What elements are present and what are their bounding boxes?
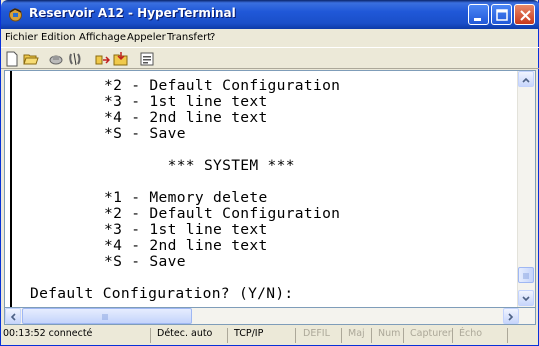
terminal-line: *S - Save <box>104 253 186 270</box>
hyperterminal-icon <box>9 8 22 22</box>
menu-fichier[interactable]: Fichier <box>5 32 38 43</box>
status-maj: Maj <box>342 328 372 343</box>
menu-transfert[interactable]: Transfert <box>167 32 211 43</box>
status-num: Num <box>372 328 404 343</box>
status-protocol: TCP/IP <box>228 328 296 343</box>
close-button[interactable] <box>514 4 535 25</box>
menu-affichage[interactable]: Affichage <box>79 32 126 43</box>
horizontal-scrollbar[interactable] <box>4 308 536 325</box>
scroll-left-button[interactable] <box>5 308 21 324</box>
minimize-icon <box>474 18 481 21</box>
menu-appeler[interactable]: Appeler <box>127 32 166 43</box>
status-detect: Détec. auto <box>151 328 228 343</box>
terminal-screen[interactable]: *2 - Default Configuration *3 - 1st line… <box>6 71 516 307</box>
status-connection-time: 00:13:52 connecté <box>1 328 151 343</box>
terminal-line: *4 - 2nd line text <box>104 109 268 126</box>
terminal-frame: *2 - Default Configuration *3 - 1st line… <box>4 70 536 308</box>
toolbar <box>1 47 539 69</box>
terminal-prompt: Default Configuration? (Y/N): <box>30 285 294 302</box>
grip-icon <box>102 314 108 320</box>
scroll-down-button[interactable] <box>518 290 534 306</box>
status-capture: Capturer <box>404 328 453 343</box>
send-icon[interactable] <box>94 51 110 67</box>
status-echo: Écho <box>453 328 508 343</box>
menu-edition[interactable]: Edition <box>41 32 76 43</box>
chevron-up-icon <box>522 77 530 83</box>
hyperterminal-window: Reservoir A12 - HyperTerminal Fichier Ed… <box>0 0 539 346</box>
terminal-left-margin <box>10 71 12 307</box>
chevron-down-icon <box>522 296 530 302</box>
new-icon[interactable] <box>4 51 20 67</box>
properties-icon[interactable] <box>139 51 155 67</box>
horizontal-scroll-thumb[interactable] <box>22 308 192 324</box>
status-bar: 00:13:52 connecté Détec. auto TCP/IP DEF… <box>1 325 539 346</box>
menu-bar: Fichier Edition Affichage Appeler Transf… <box>1 29 539 47</box>
disconnect-icon[interactable] <box>67 51 83 67</box>
vertical-scroll-thumb[interactable] <box>518 267 534 283</box>
maximize-icon <box>496 9 508 21</box>
minimize-button[interactable] <box>468 4 489 25</box>
scroll-up-button[interactable] <box>518 71 534 87</box>
receive-icon[interactable] <box>113 51 129 67</box>
terminal-line: *3 - 1st line text <box>104 221 268 238</box>
terminal-line: *2 - Default Configuration <box>104 205 341 222</box>
scroll-right-button[interactable] <box>503 308 519 324</box>
terminal-line: *2 - Default Configuration <box>104 77 341 94</box>
maximize-button[interactable] <box>491 4 512 25</box>
grip-icon <box>523 273 529 279</box>
vertical-scrollbar[interactable] <box>517 71 535 307</box>
terminal-line: *1 - Memory delete <box>104 189 268 206</box>
title-bar[interactable]: Reservoir A12 - HyperTerminal <box>1 0 539 29</box>
menu-help[interactable]: ? <box>210 32 215 43</box>
terminal-line: *3 - 1st line text <box>104 93 268 110</box>
terminal-line: *4 - 2nd line text <box>104 237 268 254</box>
terminal-line: *** SYSTEM *** <box>104 157 295 174</box>
status-defil: DEFIL <box>296 328 342 343</box>
chevron-right-icon <box>508 313 514 321</box>
window-title: Reservoir A12 - HyperTerminal <box>29 6 236 20</box>
open-icon[interactable] <box>23 51 39 67</box>
close-icon <box>520 10 531 21</box>
terminal-line: *S - Save <box>104 125 186 142</box>
call-icon[interactable] <box>48 51 64 67</box>
chevron-left-icon <box>10 313 16 321</box>
